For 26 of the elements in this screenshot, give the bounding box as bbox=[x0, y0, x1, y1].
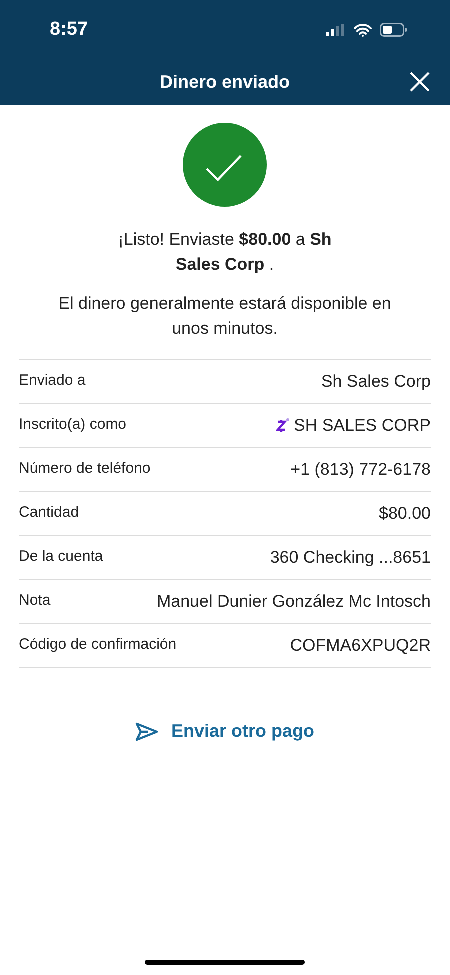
detail-value: 360 Checking ...8651 bbox=[270, 546, 431, 569]
send-icon bbox=[135, 722, 160, 742]
detail-label: Nota bbox=[19, 591, 51, 612]
zelle-icon bbox=[276, 418, 290, 434]
detail-value: Sh Sales Corp bbox=[321, 370, 431, 393]
status-time: 8:57 bbox=[50, 18, 88, 42]
battery-icon bbox=[380, 23, 408, 37]
detail-value: +1 (813) 772-6178 bbox=[290, 458, 431, 481]
wifi-icon bbox=[354, 24, 372, 36]
detail-label: De la cuenta bbox=[19, 547, 104, 568]
detail-label: Número de teléfono bbox=[19, 459, 151, 480]
screen-title: Dinero enviado bbox=[160, 71, 290, 94]
success-check-icon bbox=[183, 123, 267, 207]
detail-value: $80.00 bbox=[379, 502, 431, 525]
detail-value: COFMA6XPUQ2R bbox=[290, 634, 431, 657]
detail-label: Enviado a bbox=[19, 371, 86, 392]
detail-label: Inscrito(a) como bbox=[19, 415, 127, 436]
availability-note: El dinero generalmente estará disponible en unos minutos. bbox=[58, 293, 392, 340]
detail-label: Código de confirmación bbox=[19, 635, 177, 656]
detail-label: Cantidad bbox=[19, 503, 80, 524]
close-icon bbox=[410, 72, 430, 92]
confirmation-message: ¡Listo! Enviaste $80.00 a Sh Sales Corp . bbox=[117, 229, 333, 276]
detail-value: Manuel Dunier González Mc Intosch bbox=[156, 590, 431, 613]
send-another-payment-link[interactable]: Enviar otro pago bbox=[135, 718, 314, 745]
detail-value: SH SALES CORP bbox=[294, 414, 431, 437]
signal-icon bbox=[326, 24, 346, 36]
